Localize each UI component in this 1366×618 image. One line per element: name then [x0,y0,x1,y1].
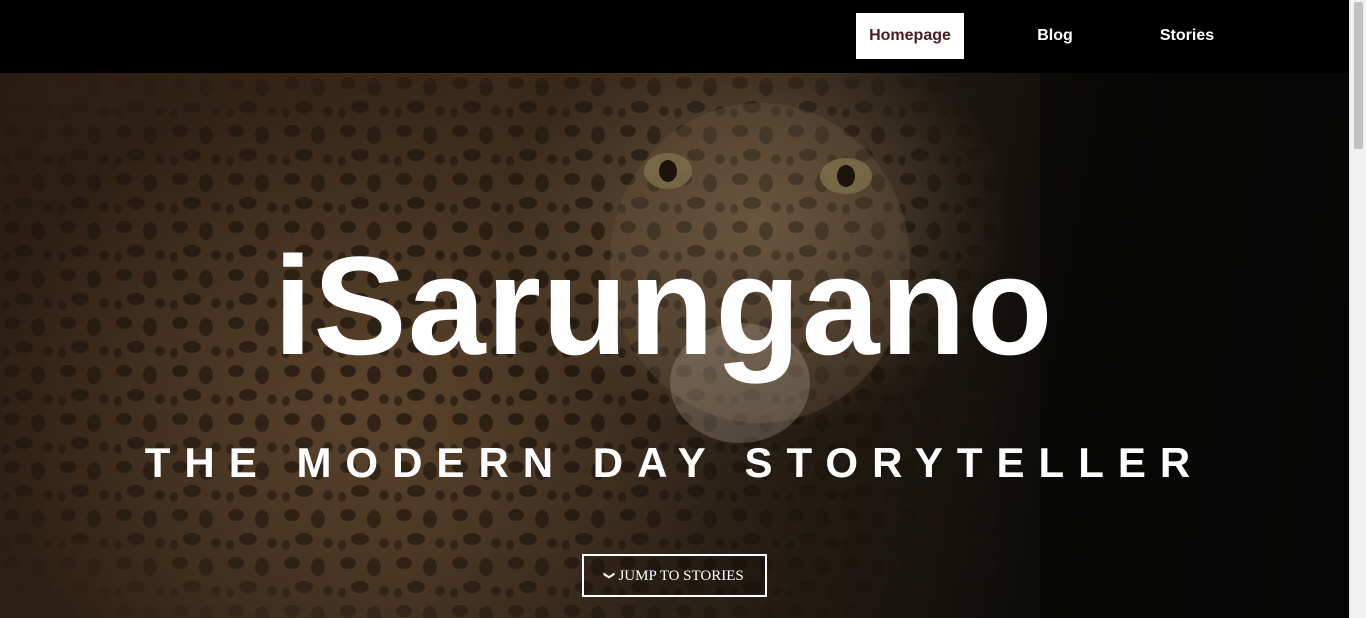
nav-item-blog[interactable]: Blog [1010,13,1100,59]
jump-to-stories-button[interactable]: ❯ JUMP TO STORIES [582,554,767,597]
page: Homepage Blog Stories iSarungano THE MOD… [0,0,1366,618]
scrollbar-thumb[interactable] [1354,2,1363,149]
hero-section: iSarungano THE MODERN DAY STORYTELLER ❯ J… [0,73,1349,618]
vertical-scrollbar[interactable] [1349,0,1366,618]
site-title: iSarungano [273,227,1054,384]
jump-to-stories-label: JUMP TO STORIES [618,568,744,584]
site-tagline: THE MODERN DAY STORYTELLER [144,439,1205,486]
nav-item-stories[interactable]: Stories [1140,13,1234,59]
nav-item-homepage[interactable]: Homepage [856,13,964,59]
top-navigation: Homepage Blog Stories [0,0,1349,73]
chevron-down-icon: ❯ [603,570,617,581]
